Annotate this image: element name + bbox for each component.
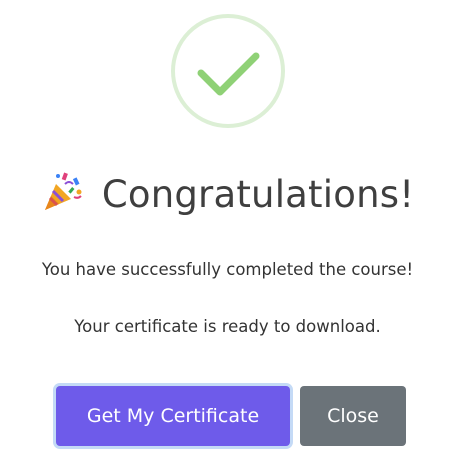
- title-row: Congratulations!: [0, 172, 455, 236]
- close-button[interactable]: Close: [300, 386, 406, 446]
- certificate-ready-message: Your certificate is ready to download.: [74, 317, 381, 336]
- completion-dialog: Congratulations! You have successfully c…: [0, 0, 455, 450]
- party-popper-icon: [41, 169, 85, 213]
- success-message: You have successfully completed the cour…: [41, 260, 414, 279]
- check-circle-icon: [170, 13, 286, 129]
- dialog-title: Congratulations!: [101, 172, 415, 216]
- get-certificate-button[interactable]: Get My Certificate: [56, 386, 290, 446]
